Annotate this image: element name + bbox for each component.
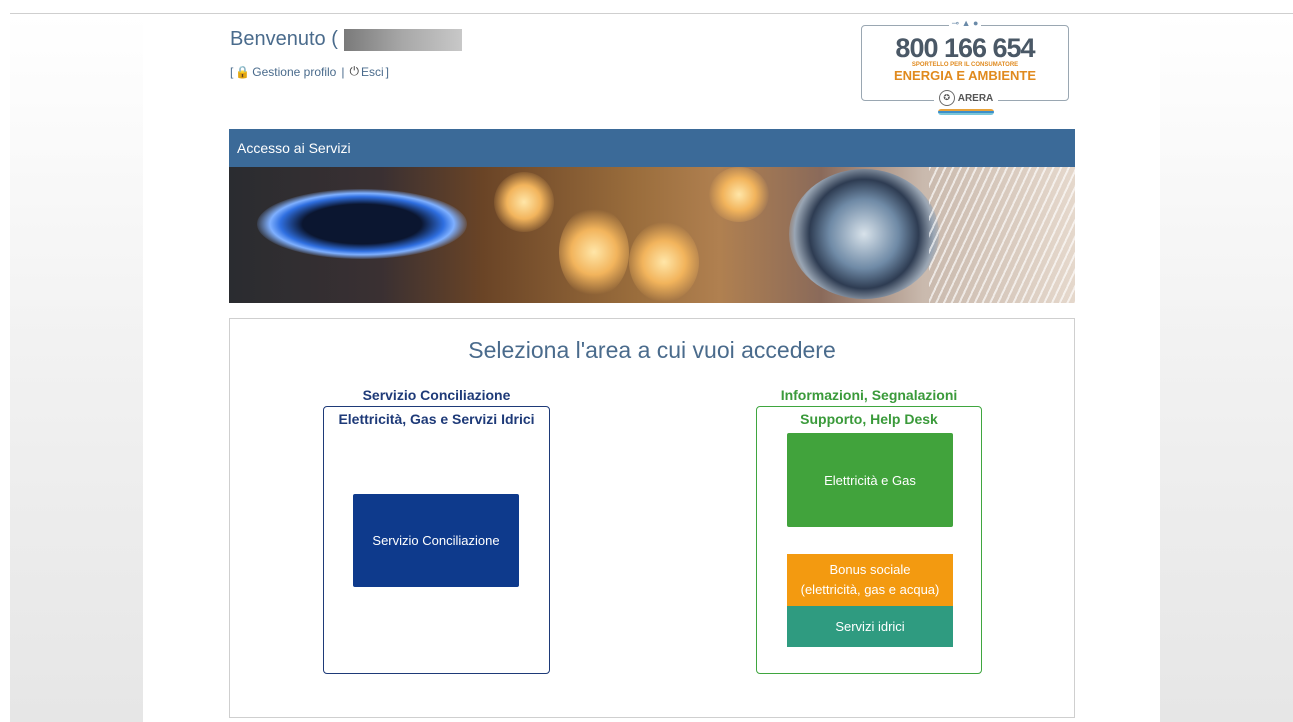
social-bonus-label-line2: (elettricità, gas e acqua): [800, 582, 940, 597]
seal-icon: ✪: [938, 90, 955, 106]
bulb-image: [709, 167, 769, 222]
info-helpdesk-group: Informazioni, Segnalazioni Supporto, Hel…: [756, 387, 982, 674]
conciliation-legend-line1: Servizio Conciliazione: [362, 387, 511, 403]
conciliation-legend: Servizio Conciliazione Elettricità, Gas …: [324, 383, 549, 431]
welcome-label: Benvenuto: [230, 28, 326, 50]
helpline-number: 800 166 654: [895, 33, 1035, 63]
lock-icon: 🔒: [235, 64, 251, 79]
info-legend-line1: Informazioni, Segnalazioni: [780, 387, 958, 403]
redacted-username: [343, 28, 462, 51]
arera-logo: ✪ ARERA: [934, 89, 998, 125]
electricity-gas-label: Elettricità e Gas: [824, 472, 916, 488]
social-bonus-button[interactable]: Bonus sociale (elettricità, gas e acqua): [787, 554, 953, 606]
shower-head-image: [789, 169, 939, 299]
welcome-message: Benvenuto (: [230, 28, 462, 51]
info-legend-line2: Supporto, Help Desk: [794, 407, 944, 431]
bracket-open: [: [230, 64, 234, 79]
profile-link[interactable]: Gestione profilo: [252, 65, 336, 79]
conciliation-legend-line2: Elettricità, Gas e Servizi Idrici: [332, 407, 541, 431]
conciliation-group: Servizio Conciliazione Elettricità, Gas …: [323, 387, 550, 674]
utility-icons: ⊸ ▲ ●: [862, 18, 1068, 29]
helpline-title: ENERGIA E AMBIENTE: [893, 68, 1037, 83]
arera-name: ARERA: [957, 92, 994, 104]
info-helpdesk-legend: Informazioni, Segnalazioni Supporto, Hel…: [757, 383, 981, 431]
section-title-bar: Accesso ai Servizi: [229, 129, 1075, 167]
bulb-image: [559, 207, 629, 297]
panel-title: Seleziona l'area a cui vuoi accedere: [468, 337, 836, 363]
power-icon: ⏻: [349, 64, 359, 78]
banner-image: [229, 167, 1075, 303]
bulb-image: [494, 172, 554, 232]
section-title: Accesso ai Servizi: [237, 140, 351, 156]
gas-flame-image: [257, 189, 467, 259]
conciliation-service-button[interactable]: Servizio Conciliazione: [353, 494, 519, 587]
electricity-gas-button[interactable]: Elettricità e Gas: [787, 433, 953, 527]
bracket-close: ]: [385, 64, 389, 79]
conciliation-service-label: Servizio Conciliazione: [372, 533, 500, 548]
bulb-image: [629, 222, 699, 302]
logout-link[interactable]: Esci: [361, 65, 384, 79]
user-links: [ 🔒 Gestione profilo | ⏻ Esci ]: [230, 64, 389, 79]
water-services-label: Servizi idrici: [835, 619, 905, 634]
wave-icon: [938, 109, 994, 115]
welcome-initial: (: [331, 28, 338, 50]
top-divider: [10, 13, 1293, 14]
social-bonus-label-line1: Bonus sociale: [829, 562, 911, 577]
right-gutter: [1160, 14, 1293, 722]
left-gutter: [10, 14, 143, 722]
water-spray-image: [929, 167, 1075, 303]
water-services-button[interactable]: Servizi idrici: [787, 606, 953, 647]
service-selection-panel: Seleziona l'area a cui vuoi accedere Ser…: [229, 318, 1075, 718]
link-separator: |: [341, 64, 345, 79]
